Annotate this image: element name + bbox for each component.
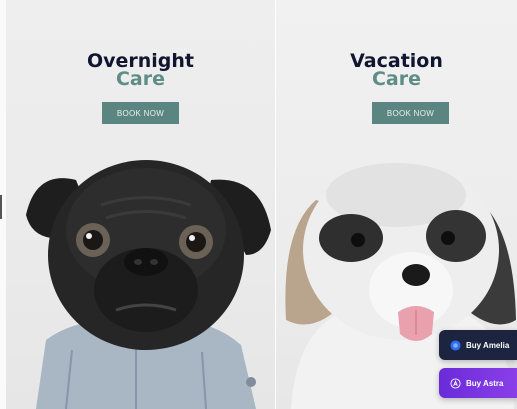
- buy-amelia-button[interactable]: Buy Amelia: [439, 330, 517, 360]
- astra-logo-icon: [450, 377, 461, 389]
- card-title-line2: Care: [371, 68, 422, 90]
- book-now-button[interactable]: BOOK NOW: [102, 102, 179, 124]
- buy-amelia-label: Buy Amelia: [466, 340, 510, 350]
- buy-astra-label: Buy Astra: [466, 378, 504, 388]
- overnight-care-card: Overnight Care BOOK NOW: [6, 0, 275, 409]
- buy-astra-button[interactable]: Buy Astra: [439, 368, 517, 398]
- amelia-logo-icon: [450, 339, 461, 351]
- card-title-line2: Care: [115, 68, 166, 90]
- book-now-button[interactable]: BOOK NOW: [372, 102, 449, 124]
